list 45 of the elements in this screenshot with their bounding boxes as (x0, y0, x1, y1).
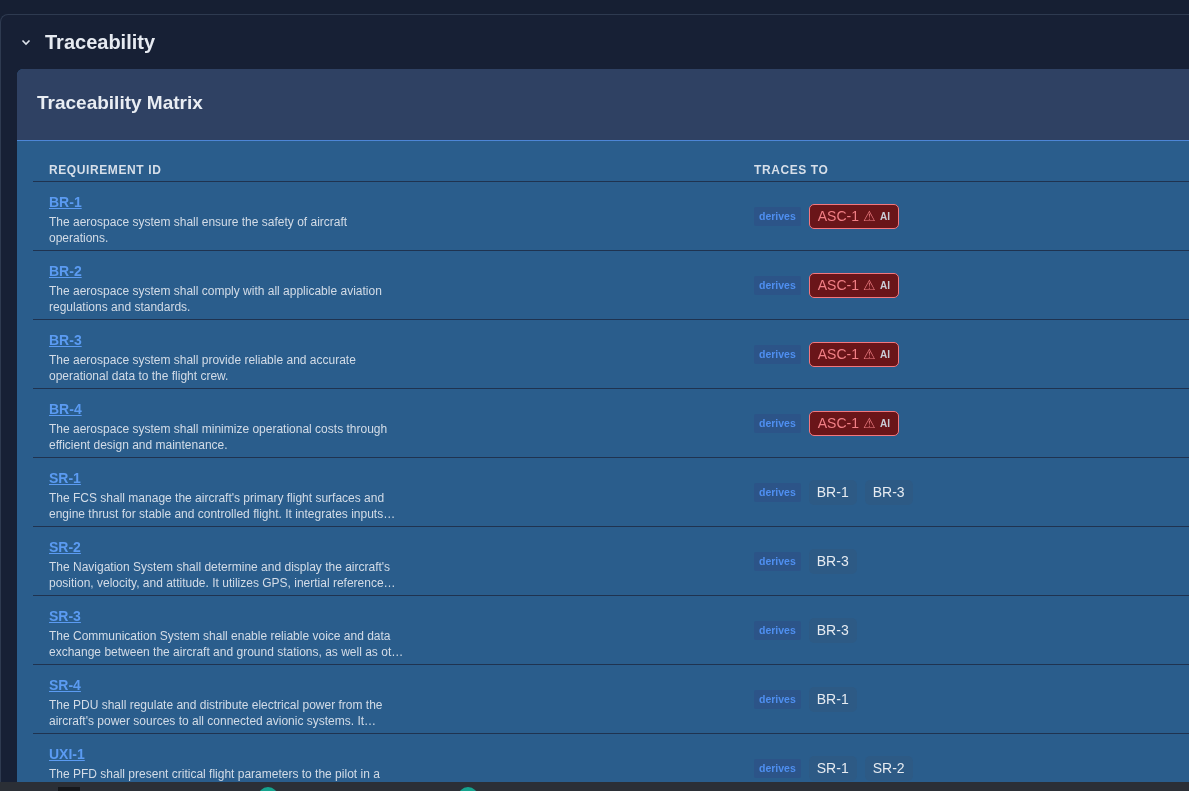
column-header: TRACES TO (754, 163, 829, 178)
trace-chip[interactable]: ASC-1 ⚠ AI (808, 272, 899, 298)
trace-chip[interactable]: SR-2 (864, 755, 913, 781)
column-header: REQUIREMENT ID (49, 163, 162, 178)
requirement-description: The PDU shall regulate and distribute electrical power from the aircraft's power sources to all connected avionic systems. It… (49, 697, 384, 730)
ai-tag: AI (880, 346, 890, 362)
relation-tag: derives (754, 482, 801, 503)
requirement-description: The FCS shall manage the aircraft's primary flight surfaces and engine thrust for stable and controlled flight. It integrates inputs… (49, 490, 397, 523)
trace-chip[interactable]: BR-3 (864, 479, 913, 505)
relation-tag: derives (754, 275, 801, 296)
relation-tag: derives (754, 344, 801, 365)
relation-tag: derives (754, 413, 801, 434)
requirement-description: The aerospace system shall comply with all applicable aviation regulations and standards. (49, 283, 383, 316)
ai-tag: AI (880, 208, 890, 224)
warning-icon: ⚠ (863, 274, 876, 296)
warning-icon: ⚠ (863, 205, 876, 227)
trace-chip[interactable]: BR-1 (808, 686, 857, 712)
relation-tag: derives (754, 620, 801, 641)
relation-tag: derives (754, 689, 801, 710)
requirement-description: The Communication System shall enable reliable voice and data exchange between the aircraft and ground stations, as well as ot… (49, 628, 405, 661)
requirement-description: The aerospace system shall minimize operational costs through efficient design and maintenance. (49, 421, 389, 454)
trace-chip[interactable]: BR-3 (808, 617, 857, 643)
card-title: Traceability Matrix (37, 92, 203, 114)
relation-tag: derives (754, 551, 801, 572)
trace-chip[interactable]: ASC-1 ⚠ AI (808, 410, 899, 436)
warning-icon: ⚠ (863, 343, 876, 365)
trace-chip[interactable]: ASC-1 ⚠ AI (808, 203, 899, 229)
chip-label: ASC-1 (817, 413, 859, 433)
trace-chip[interactable]: SR-1 (808, 755, 857, 781)
requirement-description: The PFD shall present critical flight parameters to the pilot in a (49, 766, 381, 782)
trace-chip[interactable]: BR-1 (808, 479, 857, 505)
chip-label: ASC-1 (817, 344, 859, 364)
trace-chip[interactable]: BR-3 (808, 548, 857, 574)
requirement-description: The aerospace system shall provide reliable and accurate operational data to the flight crew. (49, 352, 357, 385)
chip-label: ASC-1 (817, 275, 859, 295)
requirement-description: The Navigation System shall determine and display the aircraft's position, velocity, and attitude. It utilizes GPS, inertial reference… (49, 559, 397, 592)
chip-label: ASC-1 (817, 206, 859, 226)
ai-tag: AI (880, 277, 890, 293)
relation-tag: derives (754, 758, 801, 779)
trace-chip[interactable]: ASC-1 ⚠ AI (808, 341, 899, 367)
requirement-description: The aerospace system shall ensure the safety of aircraft operations. (49, 214, 349, 247)
ai-tag: AI (880, 415, 890, 431)
warning-icon: ⚠ (863, 412, 876, 434)
relation-tag: derives (754, 206, 801, 227)
section-title: Traceability (45, 30, 156, 56)
